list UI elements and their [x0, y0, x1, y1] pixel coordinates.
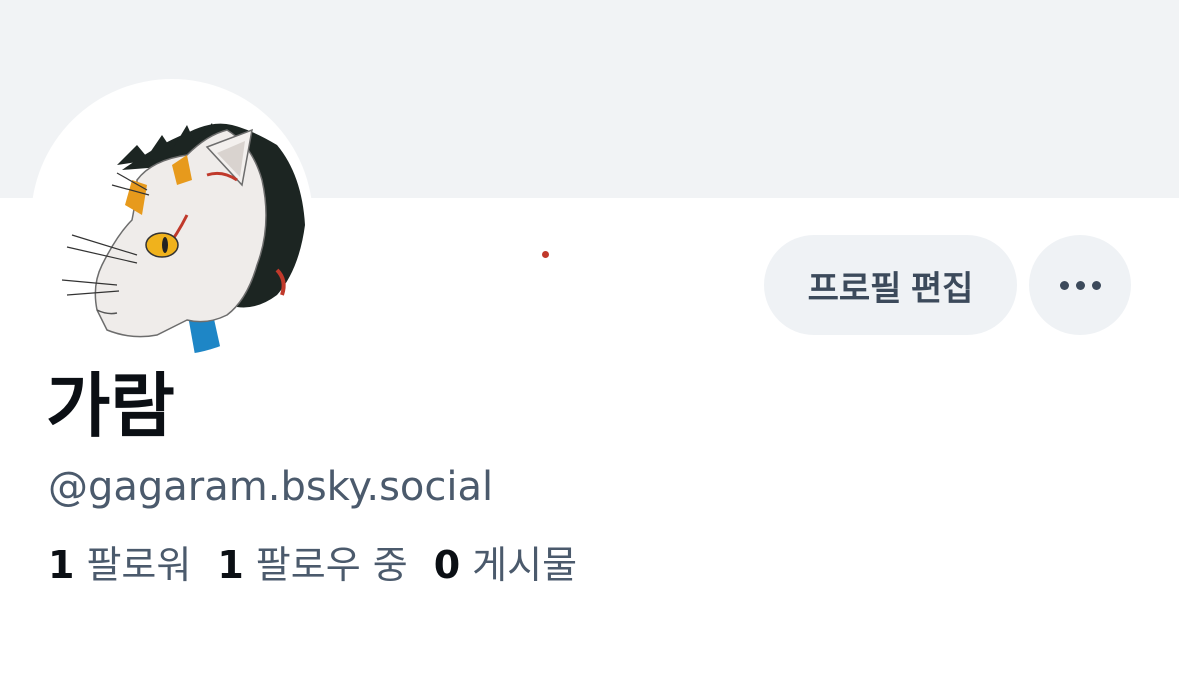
avatar[interactable]	[31, 79, 313, 361]
edit-profile-label: 프로필 편집	[807, 269, 974, 308]
more-horizontal-icon	[1059, 280, 1069, 290]
more-options-button[interactable]	[1029, 235, 1131, 335]
display-name: 가람	[46, 365, 175, 447]
profile-page: 프로필 편집 가람 @gagaram.bsky.social 1 팔로워 1 팔…	[0, 0, 1179, 676]
posts-stat: 0 게시물	[434, 540, 577, 590]
avatar-image	[37, 85, 307, 355]
profile-stats: 1 팔로워 1 팔로우 중 0 게시물	[48, 540, 603, 590]
followers-count: 1	[48, 543, 75, 587]
posts-label: 게시물	[472, 543, 578, 587]
decorative-dot	[542, 251, 549, 258]
following-stat[interactable]: 1 팔로우 중	[217, 540, 407, 590]
following-label: 팔로우 중	[255, 543, 408, 587]
followers-label: 팔로워	[86, 543, 192, 587]
profile-handle: @gagaram.bsky.social	[48, 464, 494, 510]
edit-profile-button[interactable]: 프로필 편집	[764, 235, 1017, 335]
followers-stat[interactable]: 1 팔로워	[48, 540, 191, 590]
following-count: 1	[217, 543, 244, 587]
posts-count: 0	[433, 543, 461, 587]
